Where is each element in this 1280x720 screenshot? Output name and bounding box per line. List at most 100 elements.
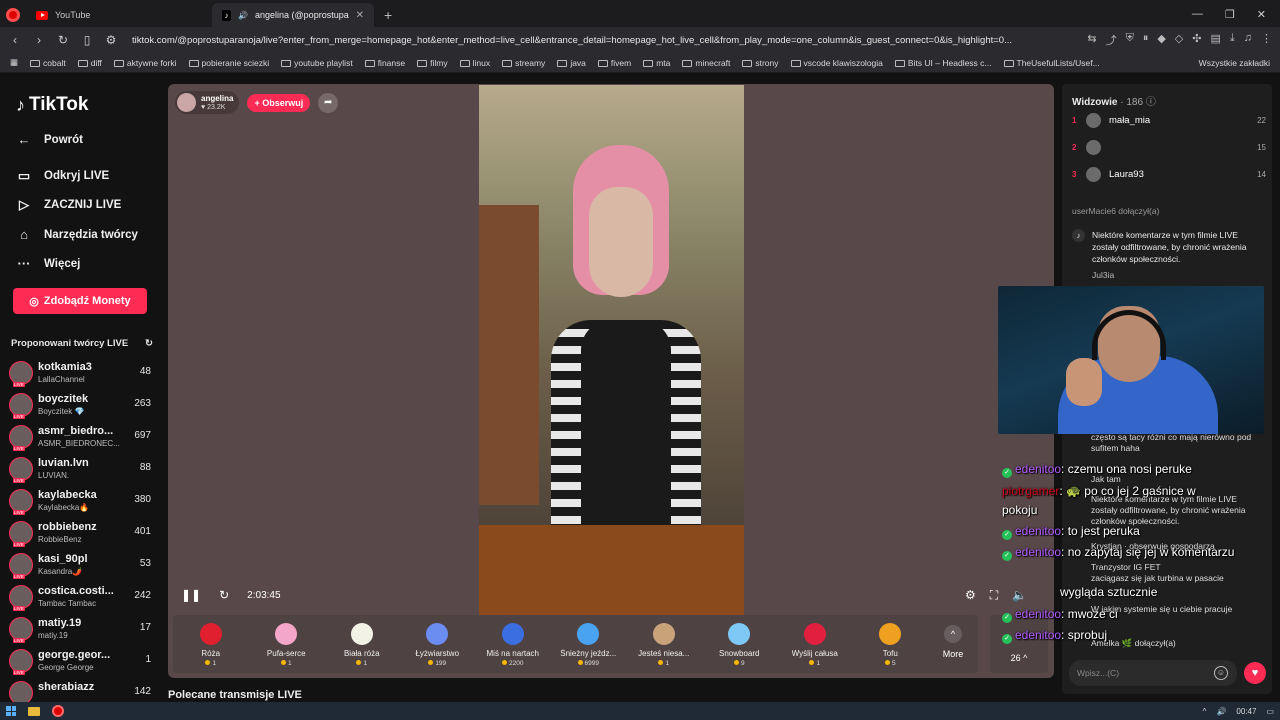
live-video-frame[interactable]: [479, 85, 744, 615]
bookmark-item[interactable]: minecraft: [682, 58, 730, 68]
reload-icon[interactable]: ↻: [56, 33, 70, 47]
emoji-icon[interactable]: ☺: [1214, 666, 1228, 680]
suggested-creator[interactable]: luvian.lvn LUVIAN. 88: [9, 454, 151, 483]
gift-count-badge[interactable]: 26 ^: [990, 615, 1048, 673]
creator-avatar[interactable]: [9, 521, 33, 547]
top-viewer[interactable]: 3 Laura93 14: [1072, 165, 1266, 183]
bookmark-item[interactable]: cobalt: [30, 58, 66, 68]
adblock-icon[interactable]: ⛨: [1126, 32, 1134, 48]
restore-icon[interactable]: ❐: [1225, 8, 1235, 21]
nav-more[interactable]: ··· Więcej: [16, 256, 81, 271]
suggested-creator[interactable]: costica.costi... Tambac Tambac 242: [9, 582, 151, 611]
creator-avatar[interactable]: [9, 649, 33, 675]
tray-chevron-icon[interactable]: ^: [1203, 707, 1207, 716]
follow-button[interactable]: + Obserwuj: [247, 93, 311, 112]
viewer-avatar[interactable]: [1086, 112, 1101, 128]
opera-taskbar-icon[interactable]: [52, 705, 64, 717]
suggested-creator[interactable]: kasi_90pl Kasandra🌶️ 53: [9, 550, 151, 579]
opera-browser-icon[interactable]: [6, 8, 20, 22]
bookmark-item[interactable]: pobieranie sciezki: [188, 58, 269, 68]
creator-avatar[interactable]: [9, 489, 33, 515]
chat-username[interactable]: Jul3ia: [1092, 270, 1114, 280]
extension-icon[interactable]: ◆: [1157, 32, 1165, 48]
tiktok-logo[interactable]: ♪ TikTok: [16, 94, 88, 116]
minimize-icon[interactable]: —: [1192, 8, 1203, 21]
bookmark-icon[interactable]: ▯: [80, 33, 94, 47]
menu-icon[interactable]: ⋮: [1261, 32, 1272, 48]
bookmark-item[interactable]: vscode klawiszologia: [790, 58, 883, 68]
live-player[interactable]: angelina ♥ 23.2K + Obserwuj ➦ ❚❚ ↻ 2:03:…: [168, 84, 1054, 678]
viewer-avatar[interactable]: [1086, 139, 1101, 155]
suggested-creator[interactable]: boyczitek Boyczitek 💎 263: [9, 390, 151, 419]
translate-icon[interactable]: ⇆: [1087, 32, 1096, 48]
bookmark-item[interactable]: strony: [742, 58, 779, 68]
bookmark-item[interactable]: filmy: [417, 58, 448, 68]
suggested-creator[interactable]: sherabiazz 142: [9, 678, 151, 702]
host-profile[interactable]: angelina ♥ 23.2K: [175, 91, 240, 114]
bookmark-item[interactable]: TheUsefulLists/Usef...: [1003, 58, 1100, 68]
top-viewer[interactable]: 1 mała_mia 22: [1072, 111, 1266, 129]
share-icon[interactable]: ⤴: [1106, 32, 1117, 48]
close-tab-icon[interactable]: ✕: [356, 10, 364, 21]
suggested-creator[interactable]: kaylabecka Kaylabecka🔥 380: [9, 486, 151, 515]
bookmark-item[interactable]: streamy: [502, 58, 545, 68]
back-link[interactable]: ← Powrót: [16, 132, 83, 147]
host-avatar[interactable]: [177, 93, 196, 112]
windows-start-icon[interactable]: [6, 706, 16, 716]
creator-avatar[interactable]: [9, 393, 33, 419]
sidebar-icon[interactable]: ▤: [1210, 32, 1220, 48]
bookmark-item[interactable]: mta: [643, 58, 670, 68]
url-field[interactable]: tiktok.com/@poprostuparanoja/live?enter_…: [128, 35, 1077, 46]
fullscreen-icon[interactable]: ⛶: [990, 588, 998, 603]
site-settings-icon[interactable]: ⚙: [104, 33, 118, 47]
puzzle-icon[interactable]: ✣: [1192, 32, 1201, 48]
music-icon[interactable]: ♫: [1244, 32, 1252, 48]
nav-start-live[interactable]: ▷ ZACZNIJ LIVE: [16, 197, 121, 213]
suggested-creator[interactable]: kotkamia3 LallaChannel 48: [9, 358, 151, 387]
gift-item[interactable]: Pufa-serce 1: [249, 615, 325, 673]
bookmark-item[interactable]: finanse: [364, 58, 405, 68]
nav-creator-tools[interactable]: ⌂ Narzędzia twórcy: [16, 227, 138, 242]
gift-item[interactable]: Róża 1: [173, 615, 249, 673]
clock[interactable]: 00:47: [1236, 707, 1256, 716]
gift-item[interactable]: Wyślij całusa 1: [777, 615, 853, 673]
suggested-creator[interactable]: asmr_biedro... ASMR_BIEDRONEC... 697: [9, 422, 151, 451]
suggested-creator[interactable]: george.geor... George George 1: [9, 646, 151, 675]
pause-ext-icon[interactable]: ⏸: [1143, 32, 1149, 48]
top-viewer[interactable]: 2 15: [1072, 138, 1266, 156]
gift-item[interactable]: Biała róża 1: [324, 615, 400, 673]
bookmark-item[interactable]: java: [557, 58, 586, 68]
more-gifts-button[interactable]: ^ More: [928, 615, 978, 673]
bookmark-item[interactable]: youtube playlist: [281, 58, 353, 68]
gift-item[interactable]: Miś na nartach 2200: [475, 615, 551, 673]
all-bookmarks[interactable]: Wszystkie zakładki: [1199, 58, 1270, 68]
get-coins-button[interactable]: ◎ Zdobądź Monety: [13, 288, 147, 314]
tab-youtube[interactable]: YouTube: [26, 3, 212, 27]
refresh-icon[interactable]: ↻: [145, 338, 153, 349]
bookmark-item[interactable]: Bits UI – Headless c...: [894, 58, 992, 68]
speaker-icon[interactable]: 🔊: [238, 11, 248, 20]
new-tab-button[interactable]: +: [374, 7, 402, 27]
forward-arrow-icon[interactable]: ›: [32, 33, 46, 47]
bookmark-item[interactable]: diff: [77, 58, 102, 68]
settings-icon[interactable]: ⚙: [965, 588, 976, 603]
bookmark-item[interactable]: fivem: [597, 58, 631, 68]
creator-avatar[interactable]: [9, 457, 33, 483]
share-icon[interactable]: ➦: [318, 92, 339, 113]
apps-grid-icon[interactable]: ▦: [10, 57, 18, 68]
download-icon[interactable]: ⤓: [1230, 32, 1235, 48]
like-heart-button[interactable]: ♥: [1244, 662, 1266, 684]
creator-avatar[interactable]: [9, 553, 33, 579]
gift-item[interactable]: Tofu 5: [853, 615, 929, 673]
gift-item[interactable]: Łyżwiarstwo 199: [400, 615, 476, 673]
refresh-icon[interactable]: ↻: [219, 588, 229, 602]
creator-avatar[interactable]: [9, 361, 33, 387]
gift-item[interactable]: Jesteś niesa... 1: [626, 615, 702, 673]
creator-avatar[interactable]: [9, 425, 33, 451]
tab-tiktok-live[interactable]: ♪ 🔊 angelina (@poprostuparanoj ✕: [212, 3, 374, 27]
volume-tray-icon[interactable]: 🔊: [1216, 707, 1226, 716]
bookmark-item[interactable]: linux: [459, 58, 490, 68]
extension-icon[interactable]: ◇: [1175, 32, 1183, 48]
creator-avatar[interactable]: [9, 681, 33, 702]
viewer-avatar[interactable]: [1086, 166, 1101, 182]
